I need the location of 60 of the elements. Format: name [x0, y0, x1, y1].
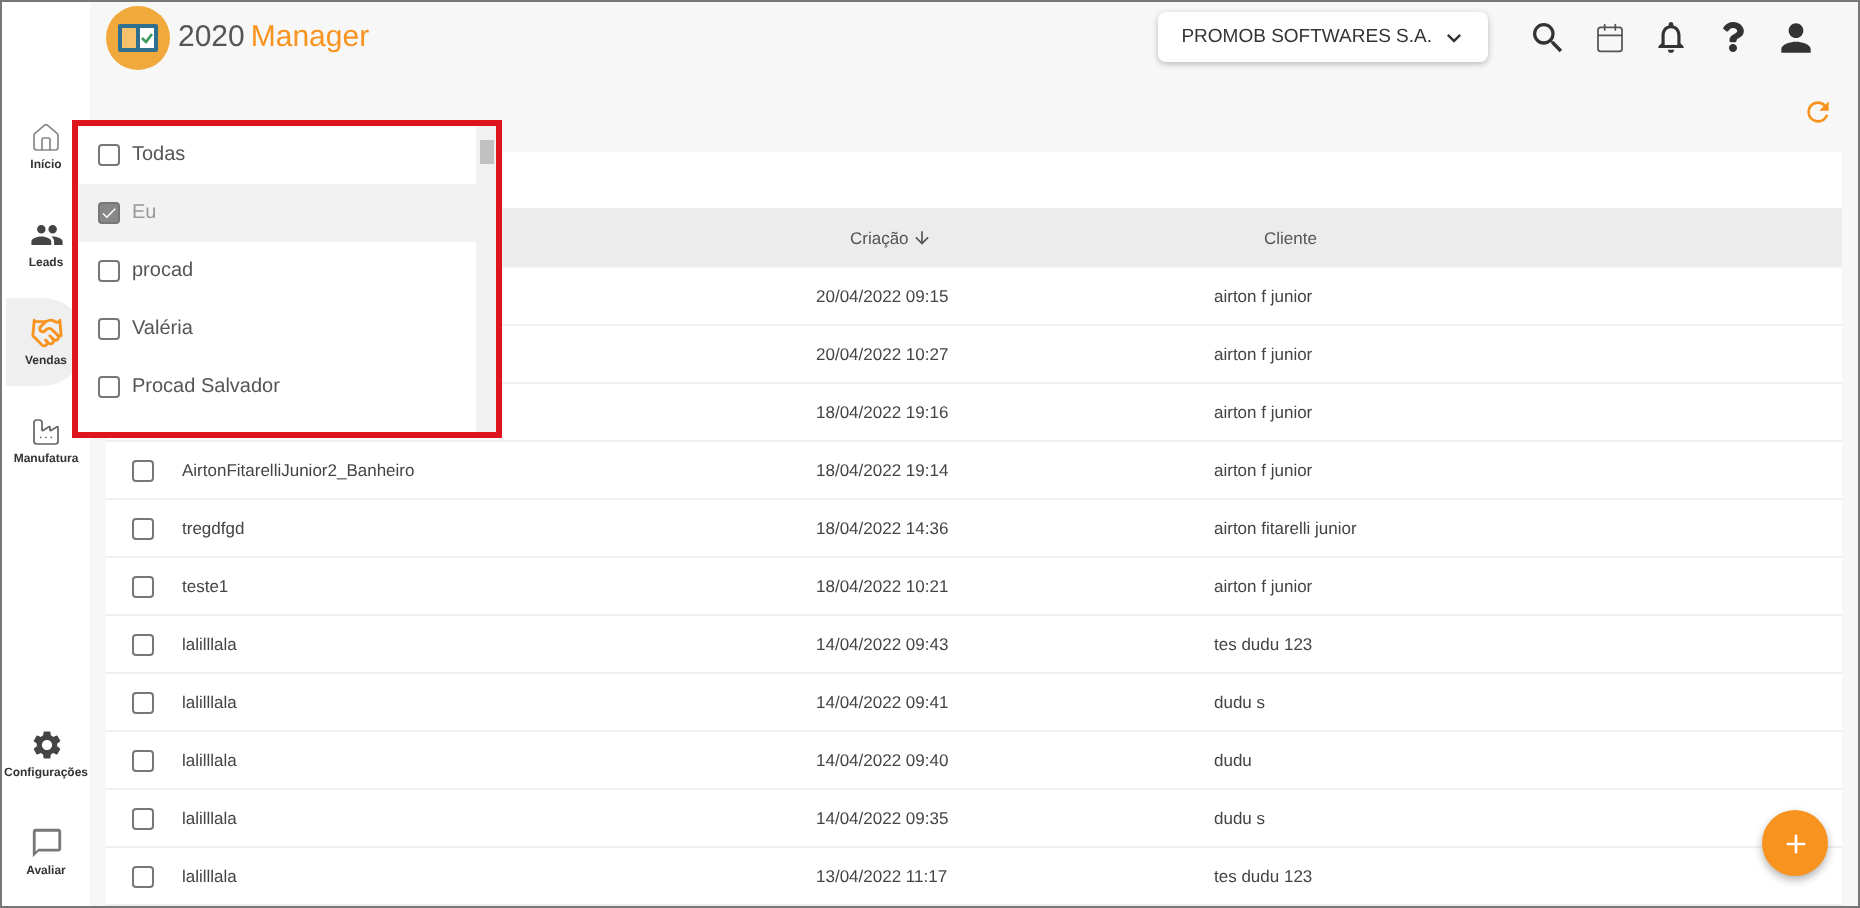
table-cell-text: tes dudu 123: [1214, 866, 1315, 886]
table-cell-text: 14/04/2022 09:41: [816, 692, 951, 712]
table-cell-text: 13/04/2022 11:17: [816, 866, 950, 886]
handshake-icon: [29, 316, 63, 350]
option-checkbox[interactable]: [98, 144, 120, 166]
table-cell-text: lalilllala: [182, 750, 239, 770]
row-checkbox[interactable]: [132, 691, 154, 713]
table-cell-text: dudu s: [1214, 808, 1268, 828]
table-cell-text: airton f junior: [1214, 344, 1315, 364]
row-checkbox[interactable]: [132, 807, 154, 829]
logo-text: Manager: [250, 20, 370, 55]
table-cell-text: 14/04/2022 09:40: [816, 750, 951, 770]
option-label: Valéria: [132, 318, 193, 340]
table-cell-text: airton f junior: [1214, 460, 1315, 480]
table-cell-text: AirtonFitarelliJunior2_Banheiro: [182, 460, 417, 480]
option-label: Todas: [132, 144, 186, 166]
option-checkbox[interactable]: [98, 318, 120, 340]
table-cell-text: tregdfgd: [182, 518, 247, 538]
column-header[interactable]: Criação: [816, 228, 1214, 248]
row-checkbox[interactable]: [132, 865, 154, 887]
option-checkbox[interactable]: [98, 260, 120, 282]
company-dropdown[interactable]: PROMOB SOFTWARES S.A.: [1157, 12, 1488, 63]
logo-icon: [106, 5, 170, 70]
table-cell-text: airton fitarelli junior: [1214, 518, 1359, 538]
factory-icon: [30, 415, 62, 447]
home-icon: [30, 121, 62, 153]
table-cell-text: tes dudu 123: [1214, 634, 1315, 654]
table-cell-text: lalilllala: [182, 692, 239, 712]
table-cell-text: 14/04/2022 09:35: [816, 808, 951, 828]
table-cell-text: airton f junior: [1214, 402, 1315, 422]
row-checkbox[interactable]: [132, 575, 154, 597]
settings-icon: [29, 728, 63, 762]
table-cell-text: 20/04/2022 10:27: [816, 344, 951, 364]
option-checkbox[interactable]: [98, 376, 120, 398]
option-checkbox[interactable]: [98, 202, 120, 224]
table-cell-text: airton f junior: [1214, 286, 1315, 306]
table-cell-text: dudu: [1214, 750, 1254, 770]
table-cell-text: 14/04/2022 09:43: [816, 634, 951, 654]
table-cell-text: 20/04/2022 09:15: [816, 286, 951, 306]
option-label: Procad Salvador: [132, 376, 280, 398]
table-cell-text: 18/04/2022 19:14: [816, 460, 951, 480]
option-label: procad: [132, 260, 194, 282]
row-checkbox[interactable]: [132, 517, 154, 539]
row-checkbox[interactable]: [132, 749, 154, 771]
table-cell-text: dudu s: [1214, 692, 1268, 712]
logo-text: 2020: [178, 20, 245, 55]
table-cell-text: 18/04/2022 19:16: [816, 402, 951, 422]
scrollbar[interactable]: [476, 126, 496, 432]
speech-bubble-icon: [29, 826, 63, 860]
table-cell-text: lalilllala: [182, 634, 239, 654]
row-checkbox[interactable]: [132, 459, 154, 481]
option-label: Eu: [132, 202, 157, 224]
table-cell-text: airton f junior: [1214, 576, 1315, 596]
table-cell-text: 18/04/2022 10:21: [816, 576, 951, 596]
table-cell-text: lalilllala: [182, 866, 239, 886]
table-cell-text: lalilllala: [182, 808, 239, 828]
column-header[interactable]: Cliente: [1214, 228, 1842, 248]
table-cell-text: teste1: [182, 576, 231, 596]
table-cell-text: 18/04/2022 14:36: [816, 518, 951, 538]
row-checkbox[interactable]: [132, 633, 154, 655]
